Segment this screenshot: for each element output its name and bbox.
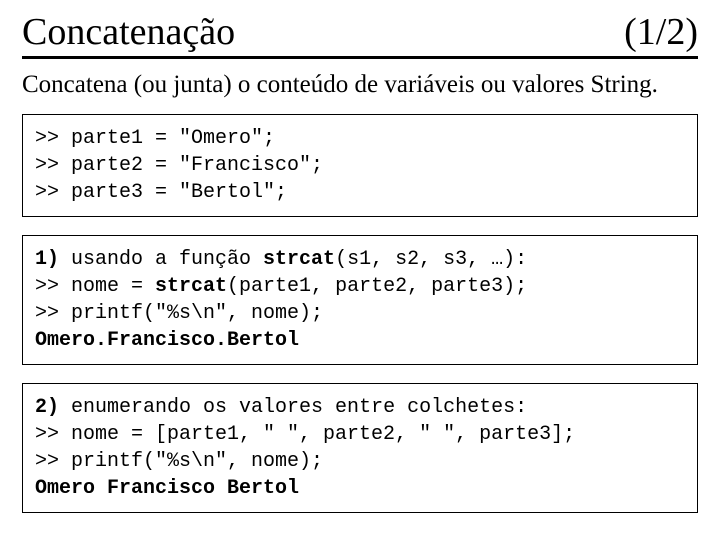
code-text: >> nome = (35, 275, 155, 298)
code-bold: 2) (35, 396, 71, 419)
code-text: (s1, s2, s3, …): (335, 248, 527, 271)
code-output: Omero Francisco Bertol (35, 477, 299, 500)
code-block-1: >> parte1 = "Omero"; >> parte2 = "Franci… (22, 114, 698, 217)
code-line: >> parte1 = "Omero"; (35, 127, 275, 150)
code-bold: strcat (263, 248, 335, 271)
slide-header: Concatenação (1/2) (22, 10, 698, 59)
code-text: (parte1, parte2, parte3); (227, 275, 527, 298)
slide: Concatenação (1/2) Concatena (ou junta) … (0, 0, 720, 540)
code-bold: strcat (155, 275, 227, 298)
code-line: >> parte3 = "Bertol"; (35, 181, 287, 204)
slide-subtitle: Concatena (ou junta) o conteúdo de variá… (22, 69, 698, 100)
code-block-2: 1) usando a função strcat(s1, s2, s3, …)… (22, 235, 698, 365)
code-line: >> nome = [parte1, " ", parte2, " ", par… (35, 423, 575, 446)
page-indicator: (1/2) (624, 10, 698, 54)
code-line: >> printf("%s\n", nome); (35, 302, 323, 325)
code-block-3: 2) enumerando os valores entre colchetes… (22, 383, 698, 513)
code-line: >> parte2 = "Francisco"; (35, 154, 323, 177)
code-text: enumerando os valores entre colchetes: (71, 396, 527, 419)
slide-title: Concatenação (22, 10, 235, 54)
code-line: >> printf("%s\n", nome); (35, 450, 323, 473)
code-text: usando a função (71, 248, 263, 271)
code-output: Omero.Francisco.Bertol (35, 329, 299, 352)
code-bold: 1) (35, 248, 71, 271)
